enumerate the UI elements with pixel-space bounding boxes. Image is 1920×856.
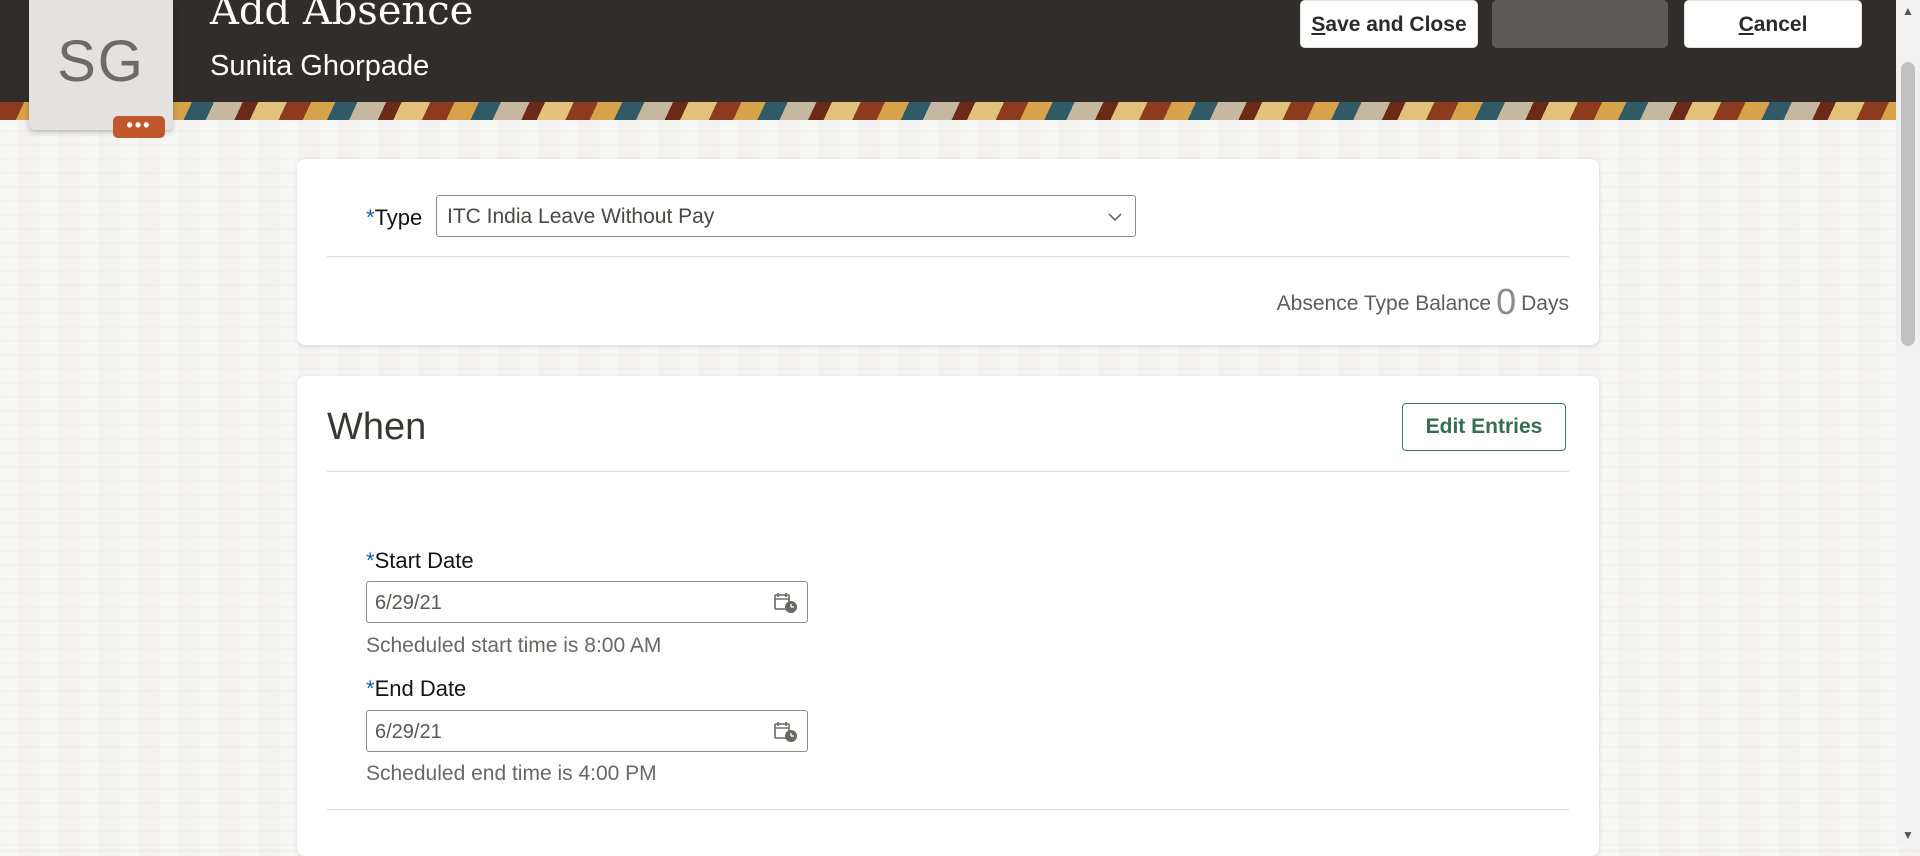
page-title: Add Absence	[210, 0, 474, 34]
start-date-label-text: Start Date	[374, 548, 474, 573]
balance-label: Absence Type Balance	[1276, 292, 1492, 315]
absence-type-balance: Absence Type Balance 0 Days	[1276, 277, 1569, 322]
vertical-scrollbar[interactable]: ▲ ▼	[1896, 0, 1920, 846]
cancel-label: ancel	[1753, 13, 1808, 36]
end-date-value: 6/29/21	[375, 721, 442, 743]
balance-value: 0	[1496, 281, 1517, 322]
end-date-label: *End Date	[366, 676, 466, 702]
edit-entries-button[interactable]: Edit Entries	[1402, 403, 1566, 451]
when-card: When Edit Entries *Start Date 6/29/21 Sc…	[297, 376, 1599, 856]
avatar-initials: SG	[57, 29, 145, 94]
start-date-label: *Start Date	[366, 548, 474, 574]
decorative-banner	[0, 102, 1896, 120]
end-date-input[interactable]: 6/29/21	[366, 710, 808, 752]
type-label-text: Type	[374, 205, 423, 230]
divider	[327, 256, 1569, 257]
start-date-input[interactable]: 6/29/21	[366, 581, 808, 623]
save-and-close-label: ave and Close	[1325, 13, 1467, 36]
scroll-down-icon[interactable]: ▼	[1902, 828, 1914, 842]
end-time-hint: Scheduled end time is 4:00 PM	[366, 762, 657, 785]
required-mark: *	[366, 548, 375, 573]
section-title-when: When	[327, 406, 427, 448]
end-date-label-text: End Date	[374, 676, 467, 701]
divider	[327, 809, 1569, 810]
calendar-icon[interactable]	[773, 720, 799, 744]
chevron-down-icon	[1108, 213, 1122, 222]
absence-type-card: *Type ITC India Leave Without Pay Absenc…	[297, 159, 1599, 345]
cancel-accesskey: C	[1738, 13, 1754, 36]
save-and-close-button[interactable]: Save and Close	[1300, 0, 1478, 48]
save-and-close-accesskey: S	[1311, 13, 1326, 36]
more-icon[interactable]: •••	[113, 116, 165, 138]
start-time-hint: Scheduled start time is 8:00 AM	[366, 634, 662, 657]
avatar[interactable]: SG	[29, 0, 173, 130]
scroll-up-icon[interactable]: ▲	[1902, 4, 1914, 18]
required-mark: *	[366, 205, 375, 230]
start-date-value: 6/29/21	[375, 592, 442, 614]
required-mark: *	[366, 676, 375, 701]
balance-unit: Days	[1521, 292, 1569, 315]
absence-type-select[interactable]: ITC India Leave Without Pay	[436, 195, 1136, 237]
page-header: Add Absence Sunita Ghorpade Save and Clo…	[0, 0, 1896, 102]
person-name: Sunita Ghorpade	[210, 50, 430, 82]
calendar-icon[interactable]	[773, 591, 799, 615]
type-field-label: *Type	[366, 205, 422, 231]
cancel-button[interactable]: Cancel	[1684, 0, 1862, 48]
scrollbar-thumb[interactable]	[1901, 62, 1915, 346]
disabled-action-button[interactable]	[1492, 0, 1668, 48]
divider	[327, 471, 1569, 472]
absence-type-value: ITC India Leave Without Pay	[447, 205, 715, 228]
